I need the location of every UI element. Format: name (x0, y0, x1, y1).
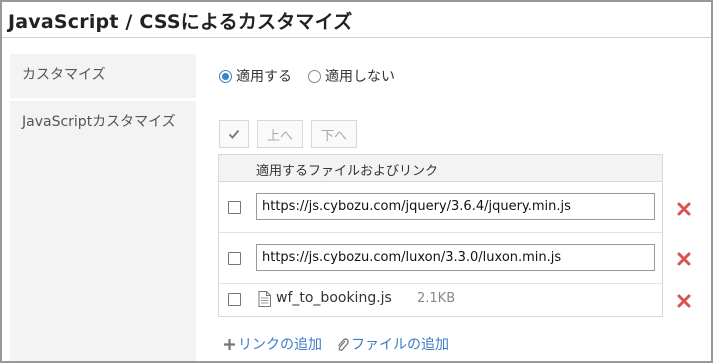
radio-not-apply[interactable]: 適用しない (308, 66, 395, 86)
delete-icon[interactable] (677, 202, 691, 216)
file-size: 2.1KB (417, 291, 456, 306)
js-file-table: 適用するファイルおよびリンク wf_to_booking.js 2.1KB (218, 154, 663, 317)
file-row (219, 182, 662, 233)
file-row: wf_to_booking.js 2.1KB (219, 284, 662, 316)
file-table-header: 適用するファイルおよびリンク (219, 155, 662, 182)
delete-icon[interactable] (677, 294, 691, 308)
radio-apply-indicator[interactable] (219, 69, 232, 83)
link-url-input[interactable] (256, 244, 655, 271)
paperclip-icon (337, 337, 349, 351)
move-up-button[interactable]: 上へ (257, 120, 303, 148)
row-checkbox[interactable] (228, 293, 241, 306)
radio-not-apply-label: 適用しない (325, 69, 395, 85)
file-name[interactable]: wf_to_booking.js (276, 290, 392, 306)
plus-icon (224, 338, 235, 350)
customize-radio-group: 適用する 適用しない (219, 66, 411, 86)
add-link-label: リンクの追加 (238, 337, 322, 353)
add-file-label: ファイルの追加 (351, 337, 449, 353)
add-actions: リンクの追加 ファイルの追加 (223, 334, 463, 354)
document-icon (258, 291, 271, 307)
js-toolbar: 上へ 下へ (219, 120, 357, 148)
title-divider (2, 37, 711, 38)
row-checkbox[interactable] (228, 252, 241, 265)
select-all-button[interactable] (219, 120, 249, 148)
row-checkbox[interactable] (228, 201, 241, 214)
delete-icon[interactable] (677, 252, 691, 266)
radio-not-apply-indicator[interactable] (308, 69, 321, 83)
radio-apply[interactable]: 適用する (219, 66, 292, 86)
radio-apply-label: 適用する (236, 69, 292, 85)
file-row (219, 233, 662, 284)
move-down-button[interactable]: 下へ (311, 120, 357, 148)
customize-label: カスタマイズ (10, 54, 196, 98)
checkmark-icon (228, 129, 240, 139)
add-file-button[interactable]: ファイルの追加 (336, 334, 449, 354)
customization-panel: JavaScript / CSSによるカスタマイズ カスタマイズ JavaScr… (0, 0, 713, 363)
section-title: JavaScript / CSSによるカスタマイズ (8, 11, 353, 33)
js-customize-label: JavaScriptカスタマイズ (10, 101, 196, 361)
add-link-button[interactable]: リンクの追加 (223, 334, 322, 354)
link-url-input[interactable] (256, 193, 655, 220)
